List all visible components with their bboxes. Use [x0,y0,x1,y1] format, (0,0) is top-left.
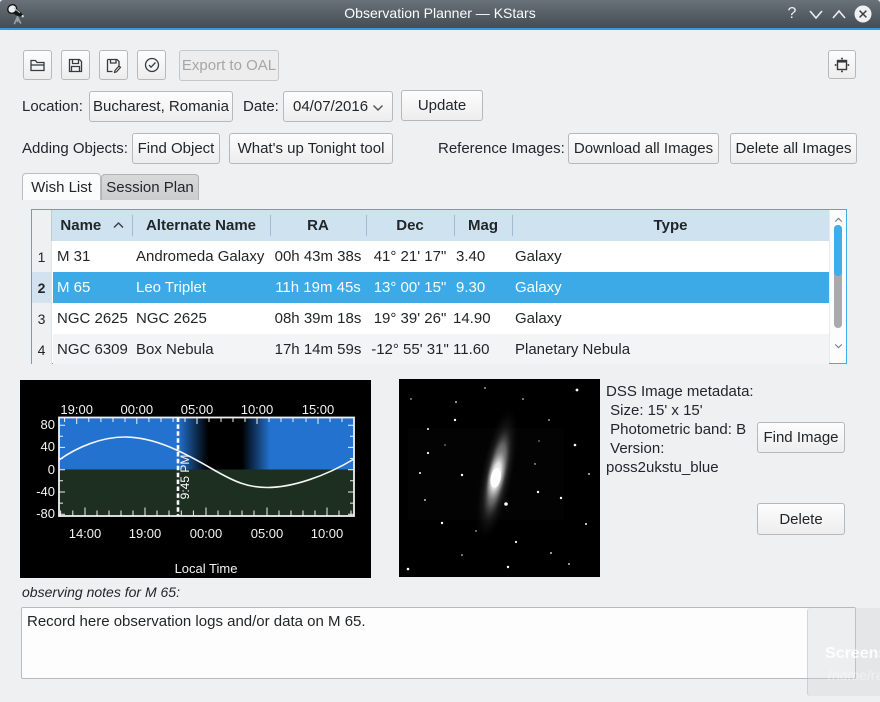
svg-text:00:00: 00:00 [190,526,223,541]
svg-text:9:45 PM: 9:45 PM [178,455,192,500]
svg-text:10:00: 10:00 [311,526,344,541]
svg-text:19:00: 19:00 [60,402,93,417]
svg-text:14:00: 14:00 [69,526,102,541]
svg-text:05:00: 05:00 [181,402,214,417]
svg-text:-80: -80 [36,506,55,521]
svg-text:40: 40 [41,439,55,454]
svg-text:0: 0 [48,462,55,477]
svg-text:80: 80 [41,417,55,432]
svg-text:15:00: 15:00 [302,402,335,417]
svg-text:Local Time: Local Time [175,561,238,576]
svg-text:19:00: 19:00 [129,526,162,541]
svg-text:10:00: 10:00 [241,402,274,417]
svg-text:-40: -40 [36,484,55,499]
svg-text:00:00: 00:00 [121,402,154,417]
svg-text:05:00: 05:00 [251,526,284,541]
